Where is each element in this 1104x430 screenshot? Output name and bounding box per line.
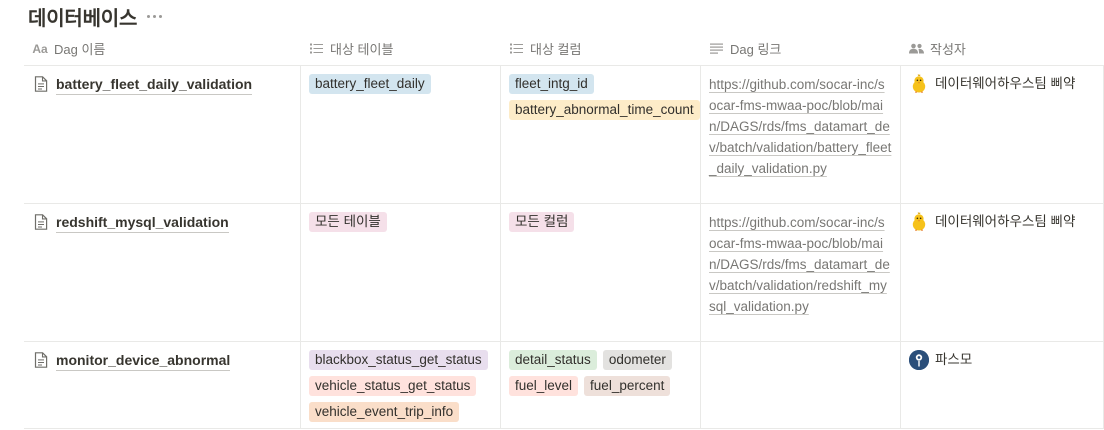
chick-icon bbox=[909, 212, 929, 232]
column-header-target-table[interactable]: 대상 테이블 bbox=[300, 32, 500, 65]
chick-icon bbox=[909, 74, 929, 94]
title-property-icon: Aa bbox=[32, 41, 48, 56]
column-header-label: Dag 이름 bbox=[54, 42, 106, 57]
target-column-cell[interactable]: 모든 컬럼 bbox=[500, 204, 700, 341]
dag-name-cell[interactable]: redshift_mysql_validation bbox=[24, 204, 300, 341]
page-icon bbox=[34, 352, 48, 368]
column-header-label: 대상 컬럼 bbox=[530, 42, 582, 57]
dag-name-cell[interactable]: battery_fleet_daily_validation bbox=[24, 66, 300, 203]
column-tag: fuel_level bbox=[509, 376, 579, 396]
column-header-label: 작성자 bbox=[930, 42, 966, 57]
column-header-author[interactable]: 작성자 bbox=[900, 32, 1104, 65]
dag-link[interactable]: https://github.com/socar-inc/socar-fms-m… bbox=[709, 212, 892, 317]
column-tag: detail_status bbox=[509, 350, 597, 370]
table-tag: battery_fleet_daily bbox=[309, 74, 431, 94]
table-row[interactable]: monitor_device_abnormal blackbox_status_… bbox=[24, 342, 1104, 429]
author-cell[interactable]: 파스모 bbox=[900, 342, 1104, 428]
dag-name[interactable]: battery_fleet_daily_validation bbox=[56, 75, 253, 95]
list-icon bbox=[308, 43, 324, 54]
column-header-dag-name[interactable]: Aa Dag 이름 bbox=[24, 32, 300, 65]
column-tag: odometer bbox=[602, 350, 672, 370]
target-column-cell[interactable]: detail_status odometer fuel_level fuel_p… bbox=[500, 342, 700, 428]
author-cell[interactable]: 데이터웨어하우스팀 삐약 bbox=[900, 204, 1104, 341]
author-name: 데이터웨어하우스팀 삐약 bbox=[935, 76, 1076, 91]
table-tag: blackbox_status_get_status bbox=[309, 350, 488, 370]
text-icon bbox=[708, 43, 724, 54]
target-table-cell[interactable]: 모든 테이블 bbox=[300, 204, 500, 341]
page-icon bbox=[34, 76, 48, 92]
people-icon bbox=[908, 43, 924, 54]
target-table-cell[interactable]: battery_fleet_daily bbox=[300, 66, 500, 203]
column-header-target-column[interactable]: 대상 컬럼 bbox=[500, 32, 700, 65]
column-header-label: 대상 테이블 bbox=[330, 42, 394, 57]
table-row[interactable]: redshift_mysql_validation 모든 테이블 모든 컬럼 h… bbox=[24, 204, 1104, 342]
dag-link-cell[interactable]: https://github.com/socar-inc/socar-fms-m… bbox=[700, 204, 900, 341]
column-header-dag-link[interactable]: Dag 링크 bbox=[700, 32, 900, 65]
table-tag: 모든 테이블 bbox=[309, 212, 387, 232]
column-tag: fleet_intg_id bbox=[509, 74, 594, 94]
author-cell[interactable]: 데이터웨어하우스팀 삐약 bbox=[900, 66, 1104, 203]
table-header: Aa Dag 이름 대상 테이블 대상 컬럼 Dag 링크 작성자 bbox=[24, 32, 1104, 66]
column-header-label: Dag 링크 bbox=[730, 42, 782, 57]
dag-link[interactable]: https://github.com/socar-inc/socar-fms-m… bbox=[709, 74, 892, 179]
target-column-cell[interactable]: fleet_intg_id battery_abnormal_time_coun… bbox=[500, 66, 700, 203]
target-table-cell[interactable]: blackbox_status_get_status vehicle_statu… bbox=[300, 342, 500, 428]
dag-name[interactable]: monitor_device_abnormal bbox=[56, 351, 231, 371]
list-icon bbox=[508, 43, 524, 54]
database-title[interactable]: 데이터베이스 bbox=[28, 2, 137, 31]
page-icon bbox=[34, 214, 48, 230]
author-name: 데이터웨어하우스팀 삐약 bbox=[935, 214, 1076, 229]
dag-name[interactable]: redshift_mysql_validation bbox=[56, 213, 229, 233]
table-row[interactable]: battery_fleet_daily_validation battery_f… bbox=[24, 66, 1104, 204]
column-tag: 모든 컬럼 bbox=[509, 212, 575, 232]
column-tag: fuel_percent bbox=[584, 376, 671, 396]
table-tag: vehicle_event_trip_info bbox=[309, 402, 460, 422]
dag-link-cell[interactable] bbox=[700, 342, 900, 428]
dag-link-cell[interactable]: https://github.com/socar-inc/socar-fms-m… bbox=[700, 66, 900, 203]
database-header: 데이터베이스 bbox=[28, 2, 163, 31]
more-options-icon[interactable] bbox=[147, 6, 163, 26]
pin-icon bbox=[909, 350, 929, 370]
table-tag: vehicle_status_get_status bbox=[309, 376, 477, 396]
author-name: 파스모 bbox=[935, 352, 973, 367]
database-table: Aa Dag 이름 대상 테이블 대상 컬럼 Dag 링크 작성자 batter… bbox=[24, 32, 1104, 429]
column-tag: battery_abnormal_time_count bbox=[509, 100, 700, 120]
dag-name-cell[interactable]: monitor_device_abnormal bbox=[24, 342, 300, 428]
